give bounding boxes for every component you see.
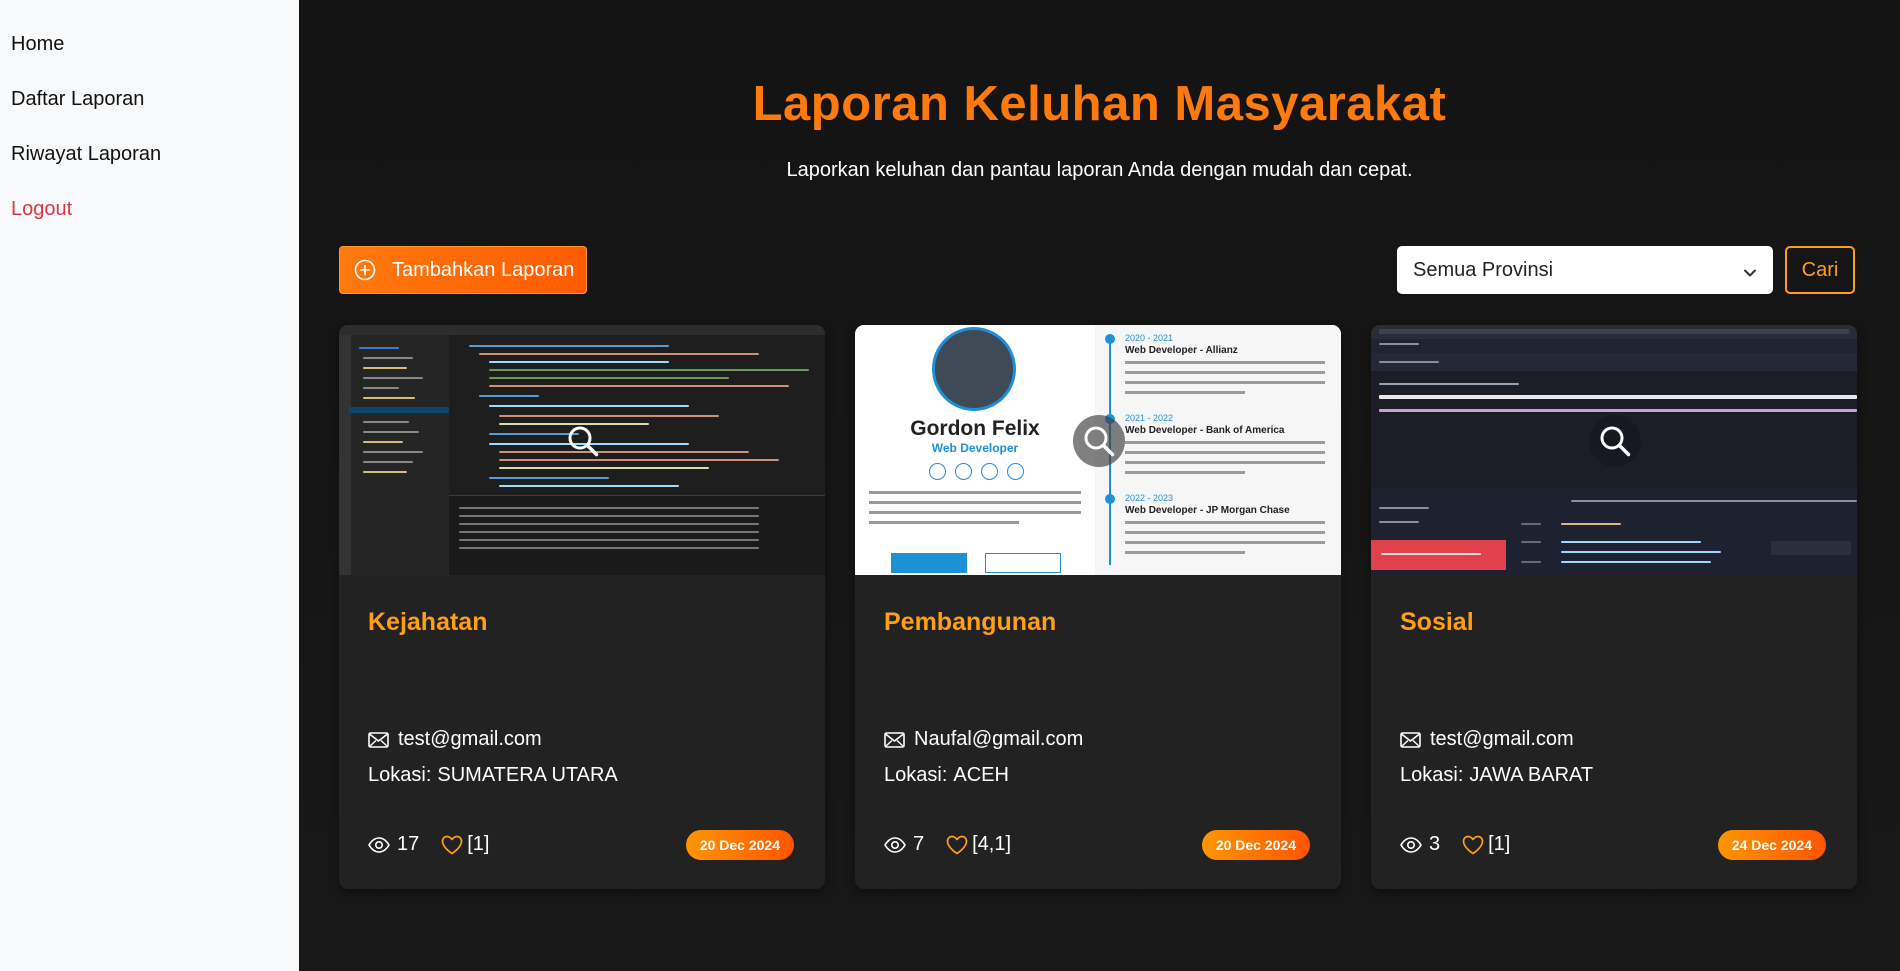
view-count: 3 [1429,833,1441,855]
twitter-icon [955,463,972,480]
report-location: Lokasi: JAWA BARAT [1400,764,1593,787]
location-label: Lokasi: [884,764,948,786]
sidebar-item-logout[interactable]: Logout [11,198,72,221]
location-value: ACEH [953,764,1009,786]
eye-icon [368,836,390,853]
province-select-value: Semua Provinsi [1413,258,1554,281]
date-badge: 24 Dec 2024 [1717,830,1826,860]
cv-job-years: 2022 - 2023 [1125,493,1174,503]
sidebar: Home Daftar Laporan Riwayat Laporan Logo… [0,0,300,971]
report-location: Lokasi: ACEH [884,764,1009,787]
chevron-down-icon [1743,263,1757,277]
report-location: Lokasi: SUMATERA UTARA [368,764,618,787]
facebook-icon [929,463,946,480]
heart-icon[interactable] [946,835,968,855]
report-email-text: test@gmail.com [1430,728,1574,750]
like-count: [4,1] [972,833,1012,855]
date-badge: 20 Dec 2024 [685,830,794,860]
add-report-button[interactable]: Tambahkan Laporan [339,246,587,294]
report-stats: 3 [1] [1400,833,1510,856]
plus-circle-icon [354,259,376,281]
report-image[interactable]: Gordon Felix Web Developer 2020 - 2021 W… [855,325,1341,575]
report-category: Kejahatan [368,608,488,636]
report-email-text: test@gmail.com [398,728,542,750]
province-select[interactable]: Semua Provinsi [1397,246,1773,294]
add-report-label: Tambahkan Laporan [392,258,575,281]
location-label: Lokasi: [368,764,432,786]
report-image[interactable] [1371,325,1857,575]
cv-job-title: Web Developer - Allianz [1125,345,1238,356]
report-email: test@gmail.com [368,728,542,751]
report-card[interactable]: Sosial test@gmail.com Lokasi: JAWA BARAT … [1371,325,1857,889]
search-button[interactable]: Cari [1785,246,1855,294]
date-badge: 20 Dec 2024 [1201,830,1310,860]
location-label: Lokasi: [1400,764,1464,786]
report-stats: 7 [4,1] [884,833,1011,856]
envelope-icon [884,731,905,748]
cv-role: Web Developer [931,441,1019,455]
report-email-text: Naufal@gmail.com [914,728,1084,750]
like-count: [1] [1488,833,1511,855]
zoom-icon[interactable] [1073,415,1125,467]
page-subtitle: Laporkan keluhan dan pantau laporan Anda… [786,159,1413,181]
envelope-icon [368,731,389,748]
report-stats: 17 [1] [368,833,490,856]
envelope-icon [1400,731,1421,748]
report-category: Sosial [1400,608,1474,636]
report-email: Naufal@gmail.com [884,728,1083,751]
location-value: SUMATERA UTARA [437,764,618,786]
zoom-icon[interactable] [557,415,609,467]
location-value: JAWA BARAT [1469,764,1594,786]
cv-job-years: 2020 - 2021 [1125,333,1174,343]
eye-icon [1400,836,1422,853]
report-email: test@gmail.com [1400,728,1574,751]
view-count: 17 [397,833,420,855]
sidebar-item-daftar-laporan[interactable]: Daftar Laporan [11,88,144,111]
report-category: Pembangunan [884,608,1057,636]
eye-icon [884,836,906,853]
heart-icon[interactable] [1462,835,1484,855]
avatar [932,327,1016,411]
report-card[interactable]: Gordon Felix Web Developer 2020 - 2021 W… [855,325,1341,889]
instagram-icon [1007,463,1024,480]
linkedin-icon [981,463,998,480]
main-content: Laporan Keluhan Masyarakat Laporkan kelu… [299,0,1900,971]
cv-name: Gordon Felix [910,417,1040,440]
cv-job-years: 2021 - 2022 [1125,413,1174,423]
like-count: [1] [467,833,490,855]
cv-job-title: Web Developer - JP Morgan Chase [1125,505,1290,516]
sidebar-item-riwayat-laporan[interactable]: Riwayat Laporan [11,143,161,166]
report-card[interactable]: Kejahatan test@gmail.com Lokasi: SUMATERA… [339,325,825,889]
cv-job-title: Web Developer - Bank of America [1125,425,1285,436]
zoom-icon[interactable] [1589,415,1641,467]
sidebar-item-home[interactable]: Home [11,33,64,56]
view-count: 7 [913,833,925,855]
heart-icon[interactable] [441,835,463,855]
report-image[interactable] [339,325,825,575]
page-title: Laporan Keluhan Masyarakat [752,77,1447,131]
